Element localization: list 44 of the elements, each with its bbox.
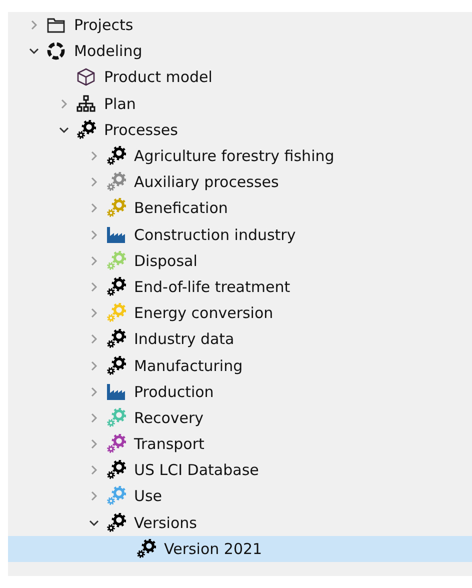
chevron-down-icon[interactable] <box>29 46 39 56</box>
tree-item[interactable]: Modeling <box>74 42 142 60</box>
tree-item[interactable]: Projects <box>74 16 134 34</box>
tree-item[interactable]: Processes <box>104 120 178 139</box>
chevron-right-icon[interactable] <box>89 282 99 292</box>
tree-item[interactable]: Transport <box>134 435 204 454</box>
chevron-right-icon[interactable] <box>89 439 99 450</box>
chevron-right-icon[interactable] <box>89 491 99 502</box>
chevron-right-icon[interactable] <box>89 360 99 371</box>
chevron-right-icon[interactable] <box>89 334 99 344</box>
chevron-down-icon[interactable] <box>59 124 69 135</box>
tree-item[interactable]: Energy conversion <box>134 304 274 322</box>
cube-icon <box>76 68 96 86</box>
chevron-down-icon[interactable] <box>89 518 99 528</box>
chevron-right-icon[interactable] <box>89 465 99 476</box>
ring-icon <box>46 41 66 62</box>
hierarchy-icon <box>76 94 96 113</box>
tree-item[interactable]: Production <box>134 382 214 401</box>
chevron-right-icon[interactable] <box>59 98 69 109</box>
chevron-right-icon[interactable] <box>89 177 99 188</box>
chevron-right-icon[interactable] <box>89 203 99 214</box>
tree-item[interactable]: Manufacturing <box>134 356 243 375</box>
chevron-right-icon[interactable] <box>89 386 99 397</box>
tree-item[interactable]: Plan <box>104 94 136 113</box>
tree-item[interactable]: Construction industry <box>134 226 296 244</box>
tree-item[interactable]: Disposal <box>134 252 198 270</box>
chevron-right-icon[interactable] <box>89 230 99 240</box>
tree-item[interactable]: Agriculture forestry fishing <box>134 147 334 166</box>
tree-item[interactable]: Benefication <box>134 199 228 218</box>
tree-item[interactable]: Recovery <box>134 408 204 427</box>
chevron-right-icon[interactable] <box>89 151 99 162</box>
tree-item[interactable]: Versions <box>134 514 197 532</box>
tree-item[interactable]: Auxiliary processes <box>134 173 279 192</box>
tree-item[interactable]: Industry data <box>134 330 234 348</box>
tree-item[interactable]: End-of-life treatment <box>134 278 290 296</box>
tree-item[interactable]: US LCI Database <box>134 461 259 480</box>
tree-item[interactable]: Version 2021 <box>164 540 262 558</box>
folder-icon <box>46 16 66 34</box>
tree-item[interactable]: Use <box>134 487 162 506</box>
chevron-right-icon[interactable] <box>89 412 99 423</box>
chevron-right-icon[interactable] <box>29 20 39 30</box>
tree-item[interactable]: Product model <box>104 68 212 86</box>
chevron-right-icon[interactable] <box>89 256 99 266</box>
chevron-right-icon[interactable] <box>89 308 99 318</box>
